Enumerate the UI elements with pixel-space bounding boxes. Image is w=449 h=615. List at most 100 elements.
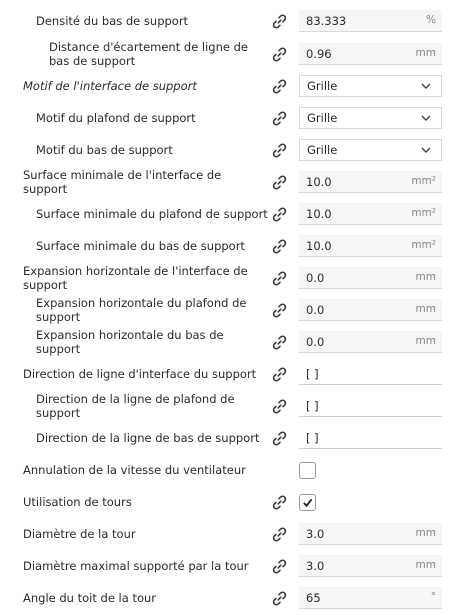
chevron-down-icon <box>420 80 432 92</box>
setting-row: Expansion horizontale du bas de support 0… <box>0 326 449 358</box>
setting-value-field[interactable]: 0.0 mm <box>299 267 442 289</box>
setting-text-input[interactable]: [ ] <box>299 363 442 385</box>
link-icon[interactable] <box>271 174 288 191</box>
field-unit: mm <box>415 559 436 571</box>
setting-value-field[interactable]: 83.333% <box>299 10 442 32</box>
setting-value-field[interactable]: 10.0 mm² <box>299 203 442 225</box>
field-unit: mm² <box>411 239 436 251</box>
field-value: 3.0 <box>306 559 325 573</box>
setting-label-text: Direction de ligne d'interface du suppor… <box>23 367 257 381</box>
setting-row: Direction de ligne d'interface du suppor… <box>0 358 449 390</box>
setting-label-text: Surface minimale du plafond de support <box>36 207 268 221</box>
field-unit: ° <box>430 591 436 603</box>
setting-label: Surface minimale du plafond de support <box>36 198 268 230</box>
setting-label-text: Motif du plafond de support <box>36 111 196 125</box>
setting-label-text: Direction de la ligne de bas de support <box>36 431 260 445</box>
field-unit: mm <box>415 47 436 59</box>
setting-value-field[interactable]: 3.0 mm <box>299 555 442 577</box>
setting-label: Direction de ligne d'interface du suppor… <box>23 358 263 390</box>
setting-label-text: Expansion horizontale du bas de support <box>36 328 224 356</box>
setting-label: Expansion horizontale du bas de support <box>36 326 268 358</box>
setting-row: Distance d'écartement de ligne de bas de… <box>0 38 449 70</box>
setting-text-input[interactable]: [ ] <box>299 395 442 417</box>
setting-checkbox[interactable] <box>299 494 316 511</box>
setting-label-text: Surface minimale de l'interface de suppo… <box>23 168 222 196</box>
setting-dropdown[interactable]: Grille <box>299 107 442 129</box>
setting-row: Surface minimale de l'interface de suppo… <box>0 166 449 198</box>
field-value: 10.0 <box>306 207 332 221</box>
text-input-value: [ ] <box>306 367 319 381</box>
setting-label-text: Diamètre de la tour <box>23 527 136 541</box>
setting-label: Utilisation de tours <box>23 486 263 518</box>
setting-dropdown[interactable]: Grille <box>299 139 442 161</box>
setting-label-text: Motif de l'interface de support <box>23 79 197 93</box>
setting-label: Surface minimale du bas de support <box>36 230 268 262</box>
link-icon[interactable] <box>271 13 288 30</box>
setting-value-field[interactable]: 0.0 mm <box>299 331 442 353</box>
setting-label: Distance d'écartement de ligne de bas de… <box>49 38 267 70</box>
setting-value-field[interactable]: 3.0 mm <box>299 523 442 545</box>
setting-row: Motif de l'interface de support Grille <box>0 70 449 102</box>
link-icon[interactable] <box>271 334 288 351</box>
link-icon[interactable] <box>271 270 288 287</box>
setting-label-text: Expansion horizontale de l'interface de … <box>23 264 248 292</box>
link-icon[interactable] <box>271 238 288 255</box>
setting-value-field[interactable]: 10.0 mm² <box>299 171 442 193</box>
setting-row: Expansion horizontale du plafond de supp… <box>0 294 449 326</box>
setting-value-field[interactable]: 10.0 mm² <box>299 235 442 257</box>
chevron-down-icon <box>420 112 432 124</box>
setting-label-text: Diamètre maximal supporté par la tour <box>23 559 249 573</box>
setting-label: Expansion horizontale du plafond de supp… <box>36 294 268 326</box>
setting-label: Motif du bas de support <box>36 134 268 166</box>
field-unit: mm <box>415 335 436 347</box>
setting-row: Surface minimale du plafond de support 10… <box>0 198 449 230</box>
setting-label-text: Annulation de la vitesse du ventilateur <box>23 463 246 477</box>
setting-dropdown[interactable]: Grille <box>299 75 442 97</box>
link-icon[interactable] <box>271 110 288 127</box>
field-value: 0.0 <box>306 335 325 349</box>
link-icon[interactable] <box>271 430 288 447</box>
link-icon[interactable] <box>271 206 288 223</box>
link-icon[interactable] <box>271 142 288 159</box>
field-value: 65 <box>306 591 321 605</box>
setting-label: Angle du toit de la tour <box>23 582 263 614</box>
setting-row: Motif du bas de support Grille <box>0 134 449 166</box>
link-icon[interactable] <box>271 78 288 95</box>
setting-row: Utilisation de tours <box>0 486 449 518</box>
link-icon[interactable] <box>271 526 288 543</box>
setting-label: Direction de la ligne de plafond de supp… <box>36 390 268 422</box>
dropdown-value: Grille <box>307 79 338 93</box>
field-unit: mm <box>415 527 436 539</box>
link-icon[interactable] <box>271 494 288 511</box>
setting-label-text: Motif du bas de support <box>36 143 173 157</box>
field-unit: % <box>426 14 436 26</box>
setting-checkbox[interactable] <box>299 462 316 479</box>
setting-row: Surface minimale du bas de support 10.0 mm… <box>0 230 449 262</box>
setting-row: Direction de la ligne de plafond de supp… <box>0 390 449 422</box>
link-icon[interactable] <box>271 558 288 575</box>
setting-label: Expansion horizontale de l'interface de … <box>23 262 263 294</box>
setting-row: Angle du toit de la tour 65 ° <box>0 582 449 614</box>
link-icon[interactable] <box>271 46 288 63</box>
link-icon[interactable] <box>271 302 288 319</box>
text-input-value: [ ] <box>306 431 319 445</box>
setting-label-text: Expansion horizontale du plafond de supp… <box>36 296 247 324</box>
setting-label-text: Direction de la ligne de plafond de supp… <box>36 392 235 420</box>
field-unit: mm² <box>411 207 436 219</box>
link-icon[interactable] <box>271 590 288 607</box>
setting-value-field[interactable]: 0.96 mm <box>299 43 442 65</box>
setting-value-field[interactable]: 65 ° <box>299 587 442 609</box>
text-input-value: [ ] <box>306 399 319 413</box>
setting-value-field[interactable]: 0.0 mm <box>299 299 442 321</box>
field-value: 83.333 <box>306 14 347 28</box>
setting-row: Expansion horizontale de l'interface de … <box>0 262 449 294</box>
link-icon[interactable] <box>271 398 288 415</box>
setting-text-input[interactable]: [ ] <box>299 427 442 449</box>
setting-label: Motif de l'interface de support <box>23 70 263 102</box>
field-value: 0.96 <box>306 47 332 61</box>
setting-label: Annulation de la vitesse du ventilateur <box>23 454 263 486</box>
field-value: 0.0 <box>306 271 325 285</box>
field-value: 0.0 <box>306 303 325 317</box>
setting-label: Motif du plafond de support <box>36 102 268 134</box>
link-icon[interactable] <box>271 366 288 383</box>
